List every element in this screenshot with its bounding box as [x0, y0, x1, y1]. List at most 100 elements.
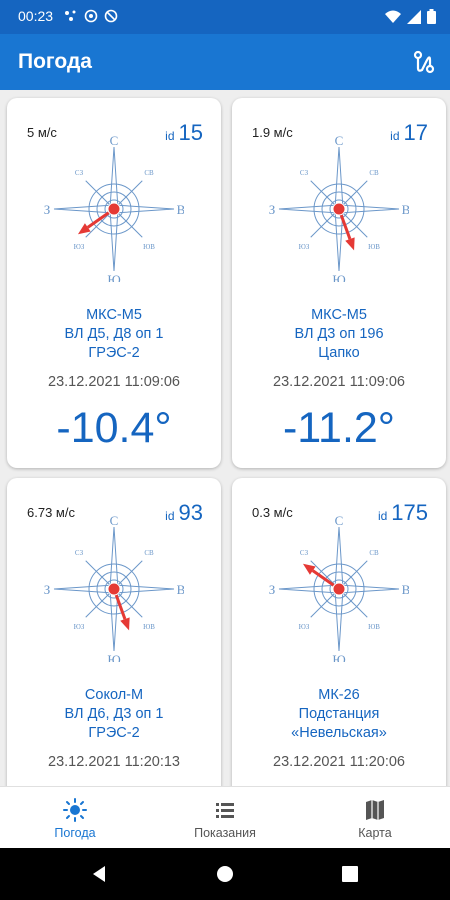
at-icon [84, 9, 98, 23]
station-name-line: Цапко [318, 345, 360, 361]
wind-compass: С Ю З В СВ СЗ ЮВ ЮЗ [44, 130, 186, 287]
station-name-line: «Невельская» [291, 725, 387, 741]
station-name-line: ГРЭС-2 [88, 345, 140, 361]
compass-label-south: Ю [332, 652, 345, 662]
list-icon [216, 803, 234, 818]
station-name-line: Сокол-М [84, 687, 144, 703]
compass-label-west: З [44, 582, 50, 597]
compass-label-south: Ю [107, 272, 120, 282]
compass-label-southeast: ЮВ [368, 243, 380, 251]
station-name-line: МКС-М5 [86, 307, 142, 323]
compass-label-northwest: СЗ [300, 549, 309, 557]
compass-label-east: В [177, 582, 184, 597]
compass-label-south: Ю [107, 652, 120, 662]
temperature: -11.2° [282, 404, 395, 452]
compass-label-west: З [269, 202, 275, 217]
sun-icon [63, 798, 87, 822]
compass-rose: СЮЗ ВСВСЗЮВЮЗ [44, 133, 186, 287]
route-icon [413, 50, 435, 74]
wind-arrow-head [345, 237, 355, 251]
nav-label: Погода [54, 826, 96, 840]
compass-label-east: В [177, 202, 184, 217]
compass-label-northeast: СВ [369, 549, 379, 557]
route-button[interactable] [410, 48, 438, 76]
measurement-date: 23.12.2021 11:20:13 [48, 754, 180, 770]
compass-center-dot [332, 202, 346, 216]
home-icon[interactable] [216, 865, 234, 883]
compass-label-southwest: ЮЗ [74, 623, 85, 631]
station-name-line: Подстанция [298, 706, 380, 722]
compass-label-east: В [402, 202, 409, 217]
compass-label-southeast: ЮВ [143, 243, 155, 251]
stations-grid[interactable]: 5 м/с id 15 С Ю З В СВ СЗ ЮВ ЮЗ МКС-М5 ВЛ Д5, Д8… [0, 90, 450, 786]
back-icon[interactable] [90, 865, 108, 883]
compass-label-north: С [110, 513, 119, 528]
compass-label-northwest: СЗ [75, 549, 84, 557]
compass-label-north: С [335, 513, 344, 528]
station-name: МКС-М5 ВЛ Д3 оп 196 Цапко [232, 306, 446, 363]
wind-arrow-head [120, 617, 130, 631]
compass-center-dot [107, 202, 121, 216]
status-bar: 00:23 [0, 0, 450, 34]
compass-label-north: С [335, 133, 344, 148]
recents-icon[interactable] [342, 866, 358, 882]
station-card[interactable]: 1.9 м/с id 17 С Ю З В СВ СЗ ЮВ ЮЗ МКС-М5 ВЛ Д3 о… [232, 98, 446, 468]
nav-item-map[interactable]: Карта [300, 787, 450, 849]
compass-label-southwest: ЮЗ [74, 243, 85, 251]
measurement-date: 23.12.2021 11:09:06 [48, 374, 180, 390]
station-name-line: ВЛ Д5, Д8 оп 1 [64, 326, 164, 342]
temperature: -10.4° [56, 404, 172, 452]
compass-label-west: З [269, 582, 275, 597]
nav-label: Карта [358, 826, 392, 840]
compass-rose: СЮЗ ВСВСЗЮВЮЗ [269, 513, 411, 667]
wind-compass: С Ю З В СВ СЗ ЮВ ЮЗ [44, 510, 186, 667]
compass-label-west: З [44, 202, 50, 217]
compass-label-southwest: ЮЗ [299, 243, 310, 251]
page-title: Погода [18, 50, 92, 73]
station-name: Сокол-М ВЛ Д6, Д3 оп 1 ГРЭС-2 [7, 686, 221, 743]
notification-icons [64, 9, 118, 23]
station-name-line: ВЛ Д3 оп 196 [294, 326, 384, 342]
compass-label-north: С [110, 133, 119, 148]
station-name: МК-26 Подстанция «Невельская» [232, 686, 446, 743]
compass-label-east: В [402, 582, 409, 597]
station-name-line: ВЛ Д6, Д3 оп 1 [64, 706, 164, 722]
compass-rose: СЮЗ ВСВСЗЮВЮЗ [44, 513, 186, 667]
station-name-line: МКС-М5 [311, 307, 367, 323]
station-card[interactable]: 6.73 м/с id 93 С Ю З В СВ СЗ ЮВ ЮЗ Сокол-М ВЛ Д6… [7, 478, 221, 786]
compass-label-northeast: СВ [144, 549, 154, 557]
app-bar: Погода [0, 34, 450, 90]
compass-label-northeast: СВ [369, 169, 379, 177]
compass-label-southwest: ЮЗ [299, 623, 310, 631]
signal-icon [407, 9, 421, 24]
station-name-line: ГРЭС-2 [88, 725, 140, 741]
compass-label-northwest: СЗ [75, 169, 84, 177]
compass-label-southeast: ЮВ [368, 623, 380, 631]
nav-item-readings[interactable]: Показания [150, 787, 300, 849]
station-card[interactable]: 0.3 м/с id 175 С Ю З В СВ СЗ ЮВ ЮЗ МК-26 Подстан… [232, 478, 446, 786]
station-card[interactable]: 5 м/с id 15 С Ю З В СВ СЗ ЮВ ЮЗ МКС-М5 ВЛ Д5, Д8… [7, 98, 221, 468]
compass-label-south: Ю [332, 272, 345, 282]
nav-item-weather[interactable]: Погода [0, 787, 150, 849]
measurement-date: 23.12.2021 11:20:06 [273, 754, 405, 770]
system-navigation-bar [0, 848, 450, 900]
wind-compass: С Ю З В СВ СЗ ЮВ ЮЗ [269, 130, 411, 287]
bottom-navigation: Погода Показания Карта [0, 786, 450, 848]
wind-direction-arrow [77, 207, 115, 235]
map-icon [366, 800, 384, 820]
compass-label-southeast: ЮВ [143, 623, 155, 631]
compass-label-northwest: СЗ [300, 169, 309, 177]
nav-label: Показания [194, 826, 256, 840]
compass-rose: СЮЗ ВСВСЗЮВЮЗ [269, 133, 411, 287]
wind-direction-arrow [302, 563, 340, 591]
dots-icon [65, 10, 76, 21]
wind-compass: С Ю З В СВ СЗ ЮВ ЮЗ [269, 510, 411, 667]
status-time: 00:23 [18, 8, 54, 24]
measurement-date: 23.12.2021 11:09:06 [273, 374, 405, 390]
station-name: МКС-М5 ВЛ Д5, Д8 оп 1 ГРЭС-2 [7, 306, 221, 363]
compass-center-dot [332, 582, 346, 596]
no-disturb-icon [104, 9, 118, 23]
compass-center-dot [107, 582, 121, 596]
compass-label-northeast: СВ [144, 169, 154, 177]
wifi-icon [385, 10, 401, 23]
